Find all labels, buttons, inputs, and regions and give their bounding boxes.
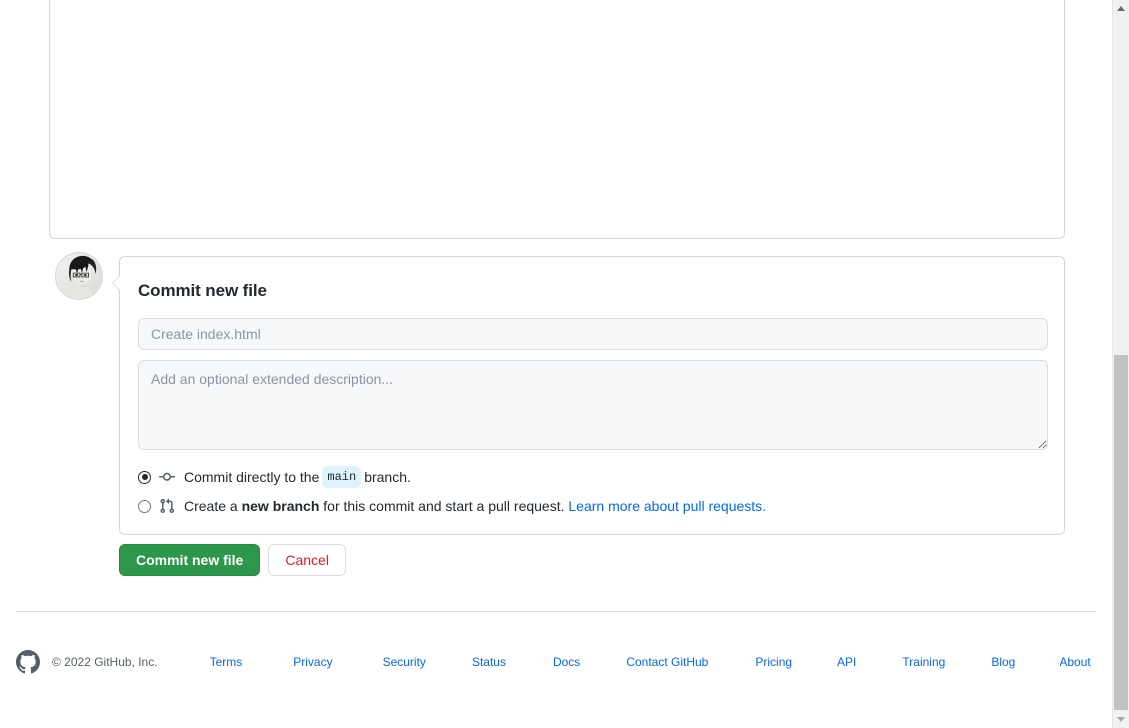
commit-new-file-button[interactable]: Commit new file xyxy=(119,544,260,576)
page-viewport: Commit new file Commit directly to the xyxy=(0,0,1112,728)
footer-link-about[interactable]: About xyxy=(1059,655,1090,669)
option-commit-directly-text-before: Commit directly to the xyxy=(184,467,319,487)
footer-link-docs[interactable]: Docs xyxy=(553,655,580,669)
page-root: Commit new file Commit directly to the xyxy=(0,0,1129,728)
footer-link-blog[interactable]: Blog xyxy=(991,655,1015,669)
scroll-up-arrow[interactable] xyxy=(1113,0,1129,17)
footer-link-training[interactable]: Training xyxy=(902,655,945,669)
footer-link-api[interactable]: API xyxy=(837,655,856,669)
footer-link-privacy[interactable]: Privacy xyxy=(293,655,332,669)
git-pull-request-icon xyxy=(159,498,175,514)
learn-more-pull-requests-link[interactable]: Learn more about pull requests. xyxy=(568,496,766,516)
footer-link-pricing[interactable]: Pricing xyxy=(755,655,792,669)
github-mark-icon xyxy=(16,650,40,674)
branch-name-badge: main xyxy=(322,466,361,488)
radio-create-new-branch[interactable] xyxy=(138,500,151,513)
radio-commit-directly[interactable] xyxy=(138,471,151,484)
footer-links: Terms Privacy Security Status Docs Conta… xyxy=(210,655,1091,669)
option-commit-directly[interactable]: Commit directly to the main branch. xyxy=(138,466,1046,488)
commit-target-options: Commit directly to the main branch. xyxy=(138,466,1046,517)
option-create-new-branch[interactable]: Create a new branch for this commit and … xyxy=(138,495,1046,517)
option-commit-directly-text-after: branch. xyxy=(364,467,411,487)
option-new-branch-text-middle: for this commit and start a pull request… xyxy=(323,496,564,516)
site-footer: © 2022 GitHub, Inc. Terms Privacy Securi… xyxy=(16,650,1096,674)
vertical-scrollbar[interactable] xyxy=(1112,0,1129,728)
file-editor-pane[interactable] xyxy=(49,0,1065,239)
option-new-branch-text-before: Create a xyxy=(184,496,238,516)
commit-form-card: Commit new file Commit directly to the xyxy=(119,256,1065,535)
footer-divider xyxy=(16,611,1096,612)
avatar xyxy=(55,252,103,300)
page-title: Commit new file xyxy=(138,279,1046,303)
footer-link-terms[interactable]: Terms xyxy=(210,655,243,669)
scroll-thumb[interactable] xyxy=(1114,355,1128,710)
commit-description-textarea[interactable] xyxy=(138,360,1048,450)
git-commit-icon xyxy=(159,469,175,485)
footer-link-status[interactable]: Status xyxy=(472,655,506,669)
copyright-text: © 2022 GitHub, Inc. xyxy=(52,655,158,669)
footer-link-contact-github[interactable]: Contact GitHub xyxy=(626,655,708,669)
scroll-down-arrow[interactable] xyxy=(1113,711,1129,728)
form-actions: Commit new file Cancel xyxy=(119,544,346,576)
footer-link-security[interactable]: Security xyxy=(383,655,426,669)
option-new-branch-bold: new branch xyxy=(242,496,320,516)
cancel-button[interactable]: Cancel xyxy=(268,544,346,576)
commit-summary-input[interactable] xyxy=(138,318,1048,350)
